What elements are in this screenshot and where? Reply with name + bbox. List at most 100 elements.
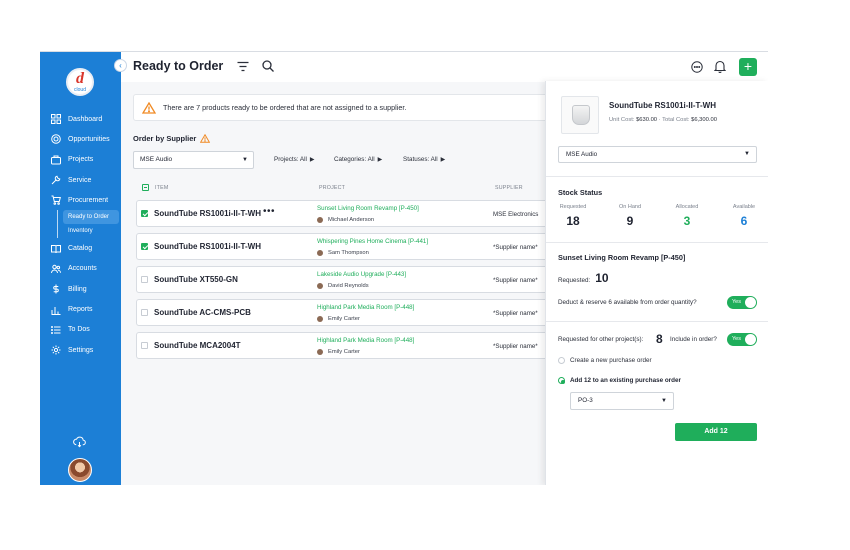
sidebar-item-label: To Dos [68, 326, 90, 334]
supplier-select-value: MSE Audio [140, 156, 173, 163]
row-project-link[interactable]: Lakeside Audio Upgrade [P-443] [317, 271, 406, 278]
procurement-submenu: Ready to Order Inventory [57, 210, 121, 239]
row-project-link[interactable]: Highland Park Media Room [P-448] [317, 304, 414, 311]
cloud-sync-icon[interactable] [73, 435, 86, 448]
panel-supplier-value: MSE Audio [566, 151, 598, 158]
sidebar-item-catalog[interactable]: Catalog [40, 238, 121, 258]
sidebar-item-dashboard[interactable]: Dashboard [40, 109, 121, 129]
sidebar-item-label: Projects [68, 156, 94, 164]
sidebar: d cloud Dashboard Opportunities Projects… [40, 52, 121, 485]
row-project-link[interactable]: Sunset Living Room Revamp [P-450] [317, 205, 419, 212]
stock-label: Requested [559, 204, 587, 210]
radio-existing-po[interactable] [558, 377, 565, 384]
row-person-name: Emily Carter [328, 316, 360, 322]
row-supplier[interactable]: *Supplier name* [493, 343, 538, 350]
table-row[interactable]: SoundTube XT550-GN Lakeside Audio Upgrad… [136, 266, 586, 293]
search-icon[interactable] [262, 60, 274, 72]
select-all-checkbox[interactable] [142, 184, 149, 191]
deduct-toggle[interactable]: Yes [727, 296, 757, 309]
order-by-label: Order by Supplier [133, 134, 197, 143]
sidebar-subitem-ready-to-order[interactable]: Ready to Order [63, 210, 119, 225]
sidebar-item-projects[interactable]: Projects [40, 150, 121, 170]
sidebar-item-billing[interactable]: Billing [40, 279, 121, 299]
sidebar-subitem-inventory[interactable]: Inventory [63, 224, 121, 238]
radio-existing-po-label[interactable]: Add 12 to an existing purchase order [570, 377, 681, 384]
bell-icon[interactable] [714, 60, 726, 73]
items-table: ITEM PROJECT SUPPLIER SoundTube RS1001i-… [133, 180, 593, 410]
filter-projects[interactable]: Projects: All ▶ [274, 156, 315, 163]
column-header-supplier: SUPPLIER [495, 185, 523, 191]
filter-projects-label: Projects: All [274, 156, 307, 163]
row-checkbox[interactable] [141, 243, 148, 250]
divider [546, 242, 768, 243]
row-checkbox[interactable] [141, 276, 148, 283]
product-image [561, 96, 599, 134]
row-item-name: SoundTube AC-CMS-PCB [154, 308, 251, 317]
warning-icon [200, 134, 211, 143]
sidebar-item-label: Service [68, 176, 92, 184]
row-person-name: Emily Carter [328, 349, 360, 355]
filter-statuses[interactable]: Statuses: All ▶ [403, 156, 445, 163]
include-label: Include in order? [670, 336, 717, 343]
row-item-name: SoundTube RS1001i-II-T-WH [154, 209, 261, 218]
row-item-name: SoundTube XT550-GN [154, 275, 238, 284]
unassigned-alert: There are 7 products ready to be ordered… [133, 94, 553, 121]
row-project-link[interactable]: Highland Park Media Room [P-448] [317, 337, 414, 344]
order-by-heading: Order by Supplier [133, 134, 211, 143]
column-header-item: ITEM [155, 185, 169, 191]
more-options-icon[interactable]: ••• [263, 206, 275, 217]
sidebar-item-label: Opportunities [68, 135, 110, 143]
row-person: David Reynolds [317, 283, 369, 289]
row-person-name: Sam Thompson [328, 250, 369, 256]
include-toggle[interactable]: Yes [727, 333, 757, 346]
folder-icon [51, 155, 61, 165]
sidebar-item-accounts[interactable]: Accounts [40, 259, 121, 279]
collapse-sidebar-button[interactable]: ‹ [114, 59, 127, 72]
sidebar-item-label: Accounts [68, 265, 97, 273]
radio-new-po[interactable] [558, 357, 565, 364]
row-supplier[interactable]: MSE Electronics [493, 211, 538, 218]
person-avatar [317, 250, 323, 256]
sidebar-item-opportunities[interactable]: Opportunities [40, 129, 121, 149]
radio-new-po-label[interactable]: Create a new purchase order [570, 357, 652, 364]
sidebar-item-todos[interactable]: To Dos [40, 320, 121, 340]
sidebar-item-service[interactable]: Service [40, 170, 121, 190]
row-checkbox[interactable] [141, 342, 148, 349]
po-select[interactable]: PO-3 ▼ [570, 392, 674, 410]
caret-right-icon: ▶ [309, 157, 315, 163]
filter-categories[interactable]: Categories: All ▶ [334, 156, 382, 163]
total-cost-value: $6,300.00 [691, 117, 717, 123]
sidebar-item-settings[interactable]: Settings [40, 340, 121, 360]
table-row[interactable]: SoundTube AC-CMS-PCB Highland Park Media… [136, 299, 586, 326]
chat-icon[interactable] [691, 61, 703, 73]
wrench-icon [51, 175, 61, 185]
row-supplier[interactable]: *Supplier name* [493, 277, 538, 284]
table-row[interactable]: SoundTube RS1001i-II-T-WH Whispering Pin… [136, 233, 586, 260]
sidebar-item-procurement[interactable]: Procurement [40, 190, 121, 210]
table-row[interactable]: SoundTube RS1001i-II-T-WH ••• Sunset Liv… [136, 200, 586, 227]
users-icon [51, 264, 61, 274]
add-button[interactable]: + [739, 58, 757, 76]
speaker-image [572, 105, 590, 125]
row-item-name: SoundTube RS1001i-II-T-WH [154, 242, 261, 251]
add-to-order-button[interactable]: Add 12 [675, 423, 757, 441]
row-supplier[interactable]: *Supplier name* [493, 310, 538, 317]
product-name: SoundTube RS1001i-II-T-WH [609, 101, 716, 110]
caret-right-icon: ▶ [377, 157, 383, 163]
avatar[interactable] [68, 458, 92, 482]
page-title: Ready to Order [133, 59, 224, 73]
panel-supplier-select[interactable]: MSE Audio ▼ [558, 146, 757, 163]
filter-icon[interactable] [237, 61, 249, 72]
app-logo[interactable]: d cloud [66, 68, 94, 96]
row-person: Emily Carter [317, 316, 360, 322]
row-project-link[interactable]: Whispering Pines Home Cinema [P-441] [317, 238, 428, 245]
row-checkbox[interactable] [141, 309, 148, 316]
supplier-select[interactable]: MSE Audio ▼ [133, 151, 254, 169]
stock-status-title: Stock Status [558, 188, 603, 197]
row-supplier[interactable]: *Supplier name* [493, 244, 538, 251]
table-row[interactable]: SoundTube MCA2004T Highland Park Media R… [136, 332, 586, 359]
row-checkbox[interactable] [141, 210, 148, 217]
requested-line: Requested: 10 [558, 271, 609, 285]
stock-label: Allocated [675, 204, 699, 210]
sidebar-item-reports[interactable]: Reports [40, 299, 121, 319]
